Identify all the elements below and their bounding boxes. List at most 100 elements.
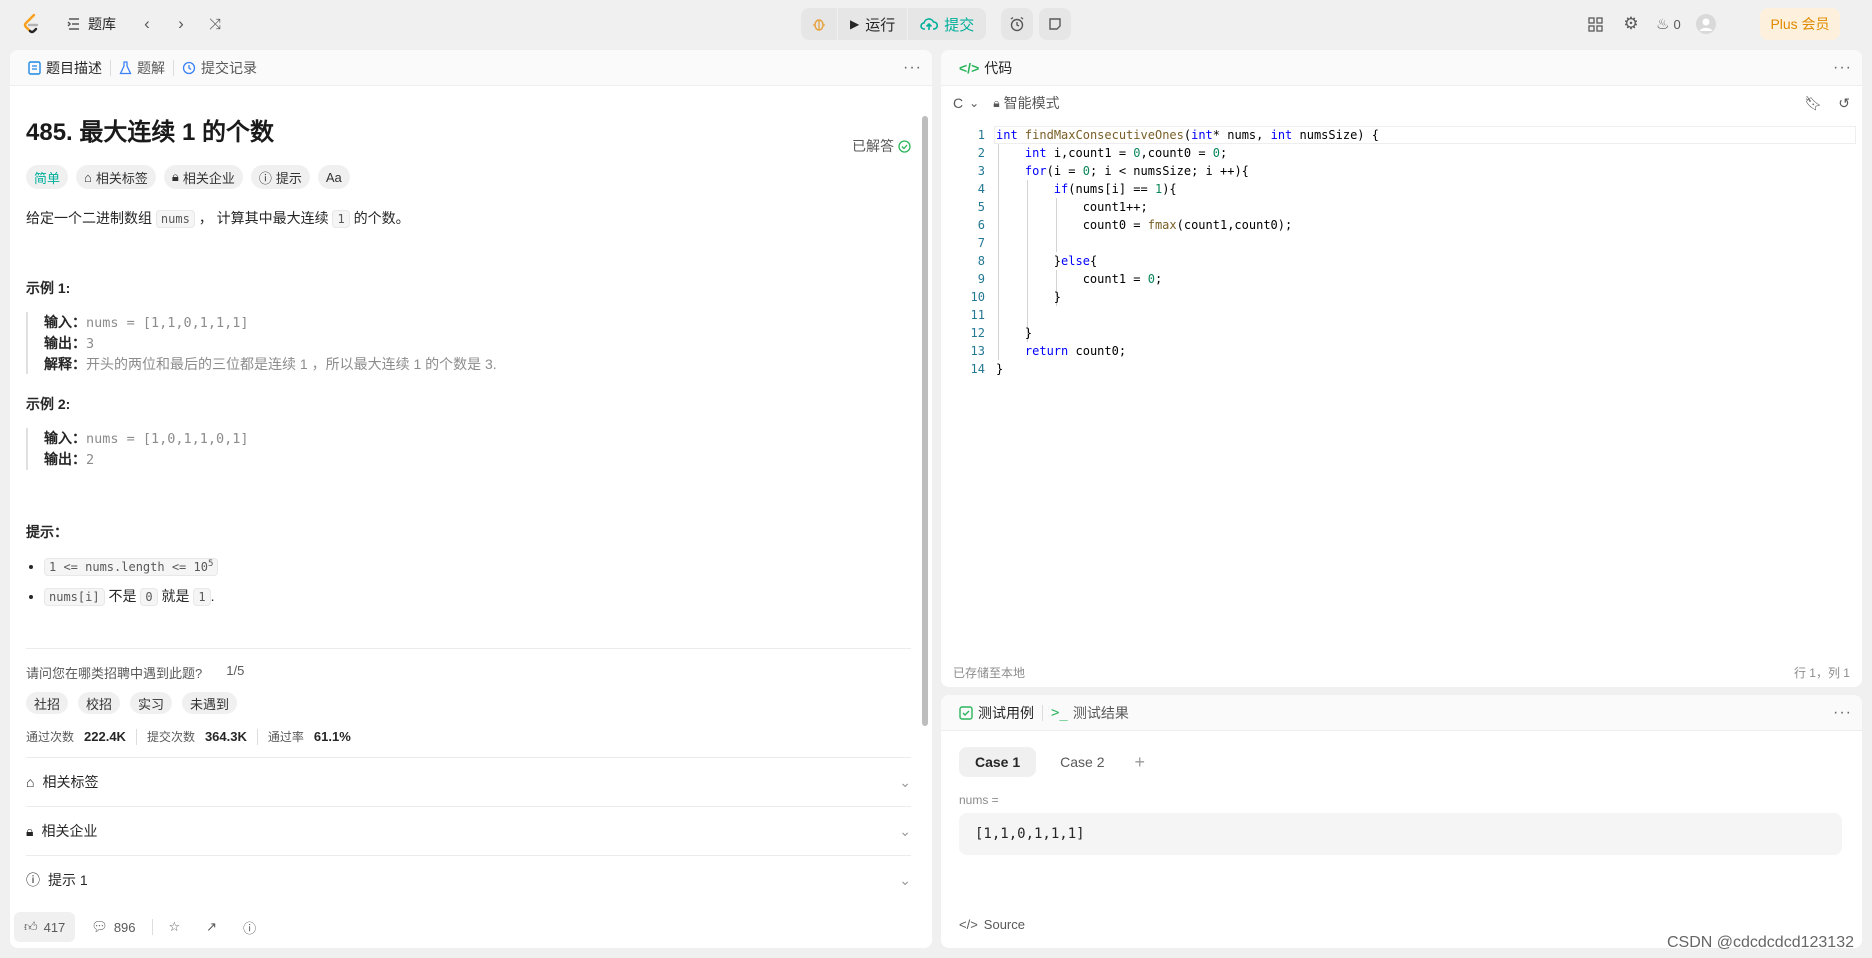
tab-test-results[interactable]: >_ 测试结果	[1043, 695, 1137, 731]
companies-tag[interactable]: 🔒︎ 相关企业	[163, 165, 243, 189]
solved-label: 已解答	[852, 138, 894, 154]
smart-mode-label: 智能模式	[1003, 95, 1060, 111]
solved-status: 已解答	[852, 136, 911, 156]
survey-chip[interactable]: 校招	[78, 692, 121, 714]
stat-value: 61.1%	[313, 729, 351, 744]
accordion-hint-1[interactable]: ⓘ 提示 1 ⌄	[26, 855, 911, 904]
case-tab[interactable]: Case 1	[959, 747, 1037, 777]
debug-button[interactable]	[801, 8, 837, 40]
document-icon	[28, 60, 41, 75]
companies-label: 相关企业	[182, 170, 235, 186]
case-tab[interactable]: Case 2	[1044, 747, 1120, 777]
code-line: }else{	[996, 254, 1098, 268]
plus-membership-button[interactable]: Plus 会员	[1760, 8, 1840, 40]
share-button[interactable]: ↗	[196, 912, 227, 942]
line-number: 13	[970, 344, 985, 358]
more-options-icon[interactable]: ···	[1833, 59, 1852, 77]
leetcode-logo-icon[interactable]	[20, 12, 44, 36]
scrollbar-thumb[interactable]	[922, 116, 928, 726]
chip-label: 实习	[138, 696, 165, 712]
constraint-text: 就是	[161, 588, 190, 604]
accordion-related-topics[interactable]: ⌂ 相关标签 ⌄	[26, 757, 911, 806]
smart-mode-toggle[interactable]: 🔒︎ 智能模式	[993, 93, 1059, 113]
code-line: count0 = fmax(count1,count0);	[996, 218, 1293, 232]
hint-tag[interactable]: ⓘ 提示	[250, 165, 310, 189]
avatar[interactable]	[1691, 9, 1721, 39]
source-label: Source	[983, 917, 1025, 932]
constraint-text: 不是	[108, 588, 137, 604]
variable-input[interactable]: [1,1,0,1,1,1]	[959, 813, 1842, 855]
tab-description[interactable]: 题目描述	[20, 50, 110, 86]
accordion-label: 提示 1	[48, 872, 88, 888]
reset-icon[interactable]: ↺	[1838, 95, 1850, 112]
problem-bank-link[interactable]: 题库	[66, 0, 116, 48]
more-options-icon[interactable]: ···	[903, 59, 922, 77]
tab-code-label: 代码	[984, 59, 1013, 76]
code-brackets-icon: </>	[959, 59, 980, 76]
chip-label: 社招	[34, 696, 61, 712]
accordion-label: 相关标签	[42, 774, 99, 790]
line-number: 4	[977, 182, 985, 196]
survey-chips: 社招 校招 实习 未遇到	[26, 692, 911, 714]
tab-solutions[interactable]: 题解	[111, 50, 173, 86]
variable-label: nums =	[959, 793, 999, 807]
tab-testcases[interactable]: 测试用例	[951, 695, 1042, 731]
code-line: count1++;	[996, 200, 1148, 214]
tab-submissions[interactable]: 提交记录	[174, 50, 265, 86]
explanation-value: 开头的两位和最后的三位都是连续 1 ，所以最大连续 1 的个数是 3.	[86, 356, 497, 372]
chip-label: 未遇到	[190, 696, 230, 712]
alarm-clock-icon	[1010, 16, 1024, 32]
source-button[interactable]: </> Source	[959, 917, 1025, 932]
prev-problem-button[interactable]: ‹	[132, 9, 162, 39]
survey-chip[interactable]: 未遇到	[182, 692, 238, 714]
chevron-down-icon: ⌄	[899, 871, 911, 888]
submit-label: 提交	[944, 16, 975, 34]
settings-button[interactable]: ⚙	[1616, 9, 1646, 39]
add-case-button[interactable]: +	[1129, 752, 1152, 773]
submit-button[interactable]: 提交	[908, 8, 986, 40]
divider	[26, 648, 911, 649]
hint-label: 提示	[275, 170, 302, 186]
next-problem-button[interactable]: ›	[166, 9, 196, 39]
comments-button[interactable]: 💬︎ 896	[81, 912, 145, 942]
notes-button[interactable]	[1039, 8, 1071, 40]
more-options-icon[interactable]: ···	[1833, 704, 1852, 722]
timer-button[interactable]	[1001, 8, 1033, 40]
input-value: nums = [1,0,1,1,0,1]	[86, 431, 249, 447]
desc-code: 1	[332, 210, 350, 228]
like-count: 417	[43, 919, 66, 935]
code-area[interactable]: 1 2 3 4 5 6 7 8 9 10 11 12 13 14 int fin…	[941, 126, 1862, 646]
line-number: 10	[970, 290, 985, 304]
line-number: 8	[977, 254, 985, 268]
survey-chip[interactable]: 社招	[26, 692, 69, 714]
output-label: 输出：	[44, 335, 86, 351]
chip-label: 校招	[86, 696, 113, 712]
case-label: Case 1	[975, 754, 1021, 770]
like-button[interactable]: 👍︎ 417	[14, 912, 76, 942]
bookmark-icon[interactable]: 🔖︎	[1804, 95, 1822, 112]
help-button[interactable]: ⓘ	[233, 912, 266, 942]
favorite-button[interactable]: ☆	[159, 912, 191, 942]
chevron-down-icon: ⌄	[969, 96, 980, 110]
run-button[interactable]: ▶ 运行	[838, 8, 907, 40]
survey-chip[interactable]: 实习	[130, 692, 173, 714]
stat-label: 通过次数	[26, 730, 75, 744]
question-circle-icon: ⓘ	[243, 920, 257, 936]
problem-scrollbar[interactable]	[920, 90, 930, 948]
problem-bank-label: 题库	[88, 16, 116, 32]
accordion-companies[interactable]: 🔒︎ 相关企业 ⌄	[26, 806, 911, 855]
language-select[interactable]: C ⌄	[953, 95, 979, 111]
example2-title: 示例 2:	[26, 396, 71, 412]
streak-button[interactable]: ♨ 0	[1652, 9, 1685, 39]
survey-page: 1/5	[226, 663, 245, 678]
tab-submissions-label: 提交记录	[201, 59, 257, 76]
layout-button[interactable]	[1580, 9, 1610, 39]
lock-icon: 🔒︎	[26, 822, 34, 839]
code-line: int findMaxConsecutiveOnes(int* nums, in…	[996, 128, 1379, 142]
output-label: 输出：	[44, 451, 86, 467]
related-topics-label: 相关标签	[95, 170, 148, 186]
translate-tag[interactable]: Aa	[317, 165, 350, 189]
tab-code[interactable]: </> 代码	[951, 50, 1020, 86]
random-problem-button[interactable]: ⤨	[200, 9, 230, 39]
related-topics-tag[interactable]: ⌂ 相关标签	[76, 165, 156, 189]
